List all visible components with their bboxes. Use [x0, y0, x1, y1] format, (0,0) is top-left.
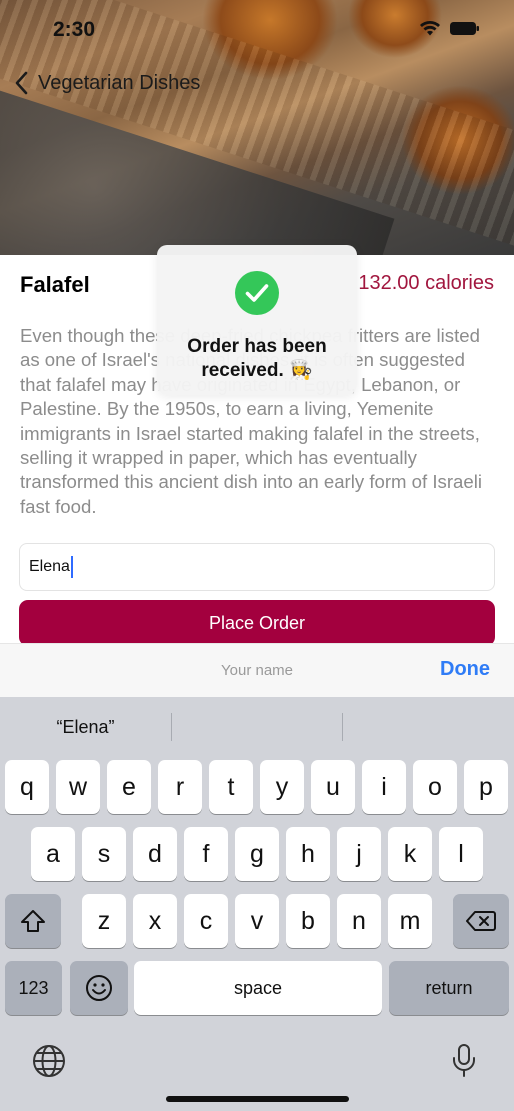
- space-key[interactable]: space: [134, 961, 382, 1015]
- delete-key[interactable]: [453, 894, 509, 948]
- back-button-label: Vegetarian Dishes: [38, 71, 201, 94]
- dish-title: Falafel: [20, 272, 90, 297]
- key-l[interactable]: l: [439, 827, 483, 881]
- key-q[interactable]: q: [5, 760, 49, 814]
- wifi-icon: [420, 21, 440, 36]
- text-caret: [70, 556, 73, 578]
- key-i[interactable]: i: [362, 760, 406, 814]
- key-m[interactable]: m: [388, 894, 432, 948]
- shift-key[interactable]: [5, 894, 61, 948]
- key-n[interactable]: n: [337, 894, 381, 948]
- key-z[interactable]: z: [82, 894, 126, 948]
- key-c[interactable]: c: [184, 894, 228, 948]
- suggestion-item-empty[interactable]: [343, 697, 514, 757]
- back-button[interactable]: Vegetarian Dishes: [12, 68, 200, 98]
- home-indicator: [166, 1096, 349, 1102]
- key-x[interactable]: x: [133, 894, 177, 948]
- key-o[interactable]: o: [413, 760, 457, 814]
- suggestion-item[interactable]: “Elena”: [0, 697, 171, 757]
- globe-icon[interactable]: [32, 1044, 66, 1078]
- key-g[interactable]: g: [235, 827, 279, 881]
- place-order-label: Place Order: [208, 612, 306, 633]
- key-d[interactable]: d: [133, 827, 177, 881]
- key-s[interactable]: s: [82, 827, 126, 881]
- key-a[interactable]: a: [31, 827, 75, 881]
- key-v[interactable]: v: [235, 894, 279, 948]
- numbers-key[interactable]: 123: [5, 961, 62, 1015]
- key-t[interactable]: t: [209, 760, 253, 814]
- battery-icon: [450, 22, 479, 35]
- key-j[interactable]: j: [337, 827, 381, 881]
- key-f[interactable]: f: [184, 827, 228, 881]
- key-y[interactable]: y: [260, 760, 304, 814]
- suggestion-item-empty[interactable]: [172, 697, 343, 757]
- status-bar: 2:30: [0, 0, 514, 58]
- accessory-title: Your name: [221, 662, 293, 679]
- chevron-left-icon: [15, 71, 28, 95]
- key-e[interactable]: e: [107, 760, 151, 814]
- keyboard-accessory-bar: Your name Done: [0, 643, 514, 697]
- place-order-button[interactable]: Place Order: [19, 600, 495, 646]
- key-b[interactable]: b: [286, 894, 330, 948]
- emoji-key[interactable]: [70, 961, 128, 1015]
- dish-calories: 132.00 calories: [358, 272, 494, 294]
- shift-icon: [21, 910, 45, 932]
- key-u[interactable]: u: [311, 760, 355, 814]
- delete-icon: [466, 911, 496, 931]
- checkmark-circle-icon: [235, 271, 279, 315]
- toast-message: Order has been received. 👩‍🍳: [187, 336, 327, 381]
- key-p[interactable]: p: [464, 760, 508, 814]
- name-input-value: Elena: [29, 558, 70, 575]
- return-key[interactable]: return: [389, 961, 509, 1015]
- emoji-icon: [86, 975, 112, 1001]
- order-received-toast: Order has been received. 👩‍🍳: [157, 245, 357, 395]
- done-button[interactable]: Done: [440, 658, 490, 681]
- microphone-icon[interactable]: [450, 1043, 478, 1079]
- suggestion-bar: “Elena”: [0, 697, 514, 757]
- key-k[interactable]: k: [388, 827, 432, 881]
- key-h[interactable]: h: [286, 827, 330, 881]
- status-time: 2:30: [53, 18, 96, 41]
- name-input[interactable]: Elena: [19, 543, 495, 591]
- key-w[interactable]: w: [56, 760, 100, 814]
- key-r[interactable]: r: [158, 760, 202, 814]
